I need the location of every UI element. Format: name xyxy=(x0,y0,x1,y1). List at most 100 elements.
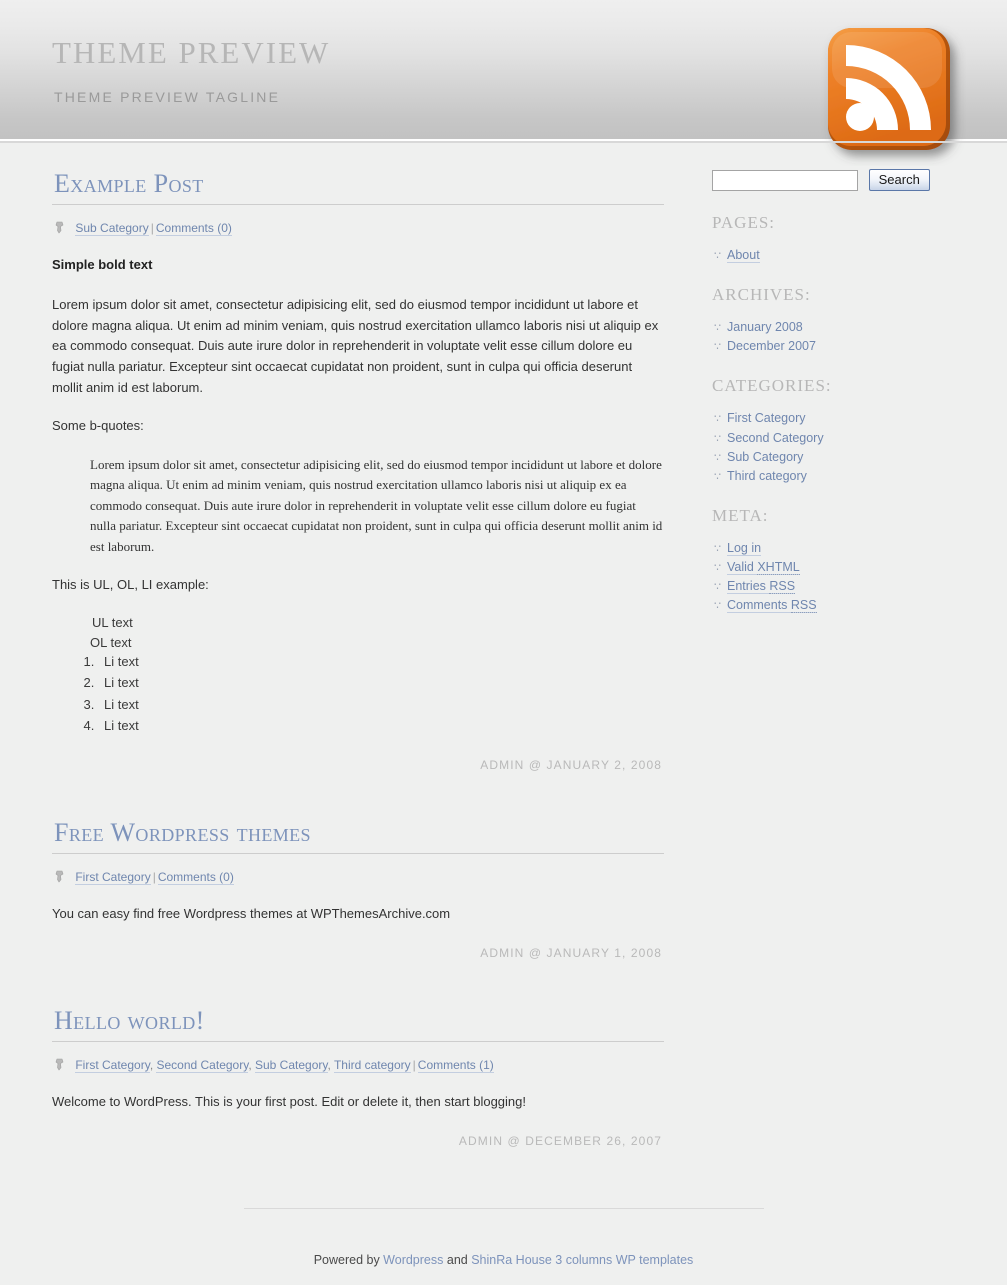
list-item: ∵ Comments RSS xyxy=(714,596,960,615)
post-meta: First Category | Comments (0) xyxy=(52,869,664,886)
footer-link-template[interactable]: ShinRa House 3 columns WP templates xyxy=(471,1253,693,1267)
list-item: ∵ January 2008 xyxy=(714,318,960,337)
sidebar-link-about[interactable]: About xyxy=(727,248,760,263)
post-comments-link[interactable]: Comments (1) xyxy=(417,1057,494,1073)
site-tagline: THEME PREVIEW TAGLINE xyxy=(54,89,281,105)
post-byline: ADMIN @ DECEMBER 26, 2007 xyxy=(458,1134,662,1149)
footer-divider xyxy=(243,1208,764,1209)
list-intro: This is UL, OL, LI example: xyxy=(52,577,209,593)
post-meta: First Category, Second Category, Sub Cat… xyxy=(52,1057,664,1074)
rss-abbr: RSS xyxy=(790,598,817,614)
sidebar-link-valid-xhtml[interactable]: Valid XHTML xyxy=(727,560,800,575)
rss-abbr: RSS xyxy=(769,579,796,595)
post-category-link[interactable]: Third category xyxy=(333,1057,411,1073)
sidebar-block-pages: PAGES: ∵ About xyxy=(710,213,960,265)
post-category-link[interactable]: Sub Category xyxy=(75,220,149,236)
sidebar-link-entries-rss[interactable]: Entries RSS xyxy=(727,579,796,595)
site-header: THEME PREVIEW THEME PREVIEW TAGLINE xyxy=(0,0,1007,150)
ol-item: Li text xyxy=(98,716,664,736)
post-paragraph: Lorem ipsum dolor sit amet, consectetur … xyxy=(52,297,659,395)
list-item: ∵ About xyxy=(714,246,960,265)
site-title: THEME PREVIEW xyxy=(52,35,331,70)
sidebar-heading: PAGES: xyxy=(712,213,776,232)
bullet-icon: ∵ xyxy=(714,322,721,335)
post-body: Simple bold text Lorem ipsum dolor sit a… xyxy=(52,255,664,736)
post-body: You can easy find free Wordpress themes … xyxy=(52,904,664,925)
sidebar-block-categories: CATEGORIES: ∵ First Category ∵ Second Cate… xyxy=(710,376,960,486)
search-button[interactable] xyxy=(868,169,930,191)
post-category-link[interactable]: Second Category xyxy=(156,1057,249,1073)
post-article: Hello world! First Category, Second Cate… xyxy=(52,1006,664,1148)
footer-link-wordpress[interactable]: Wordpress xyxy=(383,1253,443,1267)
search-form xyxy=(712,169,960,191)
bullet-icon: ∵ xyxy=(714,413,721,426)
bullet-icon: ∵ xyxy=(714,341,721,354)
sidebar-list: ∵ January 2008 ∵ December 2007 xyxy=(714,318,960,356)
post-blockquote: Lorem ipsum dolor sit amet, consectetur … xyxy=(90,455,664,558)
post-comments-link[interactable]: Comments (0) xyxy=(157,869,234,885)
list-item: ∵ Sub Category xyxy=(714,448,960,467)
sidebar-link-category[interactable]: Second Category xyxy=(727,431,824,445)
demo-unordered-list: UL text xyxy=(92,614,664,633)
list-item: ∵ Valid XHTML xyxy=(714,558,960,577)
post-title[interactable]: Example Post xyxy=(52,169,664,205)
meta-separator: | xyxy=(412,1057,416,1072)
post-article: Example Post Sub Category | Comments (0) S… xyxy=(52,169,664,772)
sidebar-link-category[interactable]: Third category xyxy=(727,469,807,483)
bullet-icon: ∵ xyxy=(714,451,721,464)
bullet-icon: ∵ xyxy=(714,581,721,594)
bullet-icon: ∵ xyxy=(714,542,721,555)
rss-feed-icon[interactable] xyxy=(818,18,966,166)
post-title[interactable]: Hello world! xyxy=(52,1006,664,1042)
ol-item: Li text xyxy=(98,673,664,693)
post-category-link[interactable]: First Category xyxy=(75,869,151,885)
sidebar-heading: CATEGORIES: xyxy=(712,376,832,396)
sidebar-link-archive[interactable]: December 2007 xyxy=(727,339,816,353)
sidebar-heading: META: xyxy=(712,505,769,525)
list-item: ∵ Entries RSS xyxy=(714,577,960,596)
post-comments-link[interactable]: Comments (0) xyxy=(155,220,232,236)
post-meta: Sub Category | Comments (0) xyxy=(52,220,664,237)
sidebar-list: ∵ Log in ∵ Valid XHTML ∵ Entries RSS ∵ Comme… xyxy=(714,539,960,616)
sidebar-link-archive[interactable]: January 2008 xyxy=(727,320,803,334)
search-input[interactable] xyxy=(712,169,858,191)
sidebar-heading: ARCHIVES: xyxy=(712,285,811,305)
post-article: Free Wordpress themes First Category | Com… xyxy=(52,818,664,960)
bullet-icon: ∵ xyxy=(714,562,721,574)
post-title[interactable]: Free Wordpress themes xyxy=(52,818,664,854)
footer-prefix: Powered by xyxy=(313,1253,384,1267)
ol-item: Li text xyxy=(98,652,664,672)
footer-credit: Powered by Wordpress and ShinRa House 3 … xyxy=(0,1253,1007,1267)
sidebar-list: ∵ About xyxy=(714,246,960,265)
xhtml-abbr: XHTML xyxy=(757,560,800,575)
site-footer: Powered by Wordpress and ShinRa House 3 … xyxy=(0,1208,1007,1267)
demo-ordered-list: Li text Li text Li text Li text xyxy=(80,652,664,736)
meta-comma: , xyxy=(248,1057,255,1072)
post-category-link[interactable]: First Category xyxy=(75,1057,150,1073)
list-item: ∵ December 2007 xyxy=(714,337,960,356)
sidebar-link-comments-rss[interactable]: Comments RSS xyxy=(727,598,817,614)
meta-comma: , xyxy=(327,1057,334,1072)
list-item: ∵ Second Category xyxy=(714,429,960,448)
bullet-icon: ∵ xyxy=(714,432,721,445)
post-meta-icon xyxy=(54,870,65,886)
post-bold-line: Simple bold text xyxy=(52,256,153,272)
link-text: Entries xyxy=(727,579,770,594)
post-byline: ADMIN @ JANUARY 2, 2008 xyxy=(480,757,662,772)
footer-middle: and xyxy=(443,1253,472,1267)
post-body: Welcome to WordPress. This is your first… xyxy=(52,1092,664,1113)
sidebar-link-category[interactable]: Sub Category xyxy=(727,450,803,464)
bullet-icon: ∵ xyxy=(714,470,721,483)
sidebar-list: ∵ First Category ∵ Second Category ∵ Sub Ca… xyxy=(714,409,960,486)
sidebar-link-category[interactable]: First Category xyxy=(727,411,806,425)
sidebar-link-login[interactable]: Log in xyxy=(727,540,762,556)
sidebar-block-archives: ARCHIVES: ∵ January 2008 ∵ December 2007 xyxy=(710,285,960,356)
list-item: ∵ First Category xyxy=(714,409,960,428)
ul-item: UL text xyxy=(92,614,133,630)
meta-separator: | xyxy=(150,220,154,235)
post-category-link[interactable]: Sub Category xyxy=(255,1057,328,1073)
post-paragraph: Welcome to WordPress. This is your first… xyxy=(52,1093,526,1109)
bullet-icon: ∵ xyxy=(714,600,721,613)
post-meta-icon xyxy=(54,1058,65,1074)
meta-separator: | xyxy=(152,869,156,884)
